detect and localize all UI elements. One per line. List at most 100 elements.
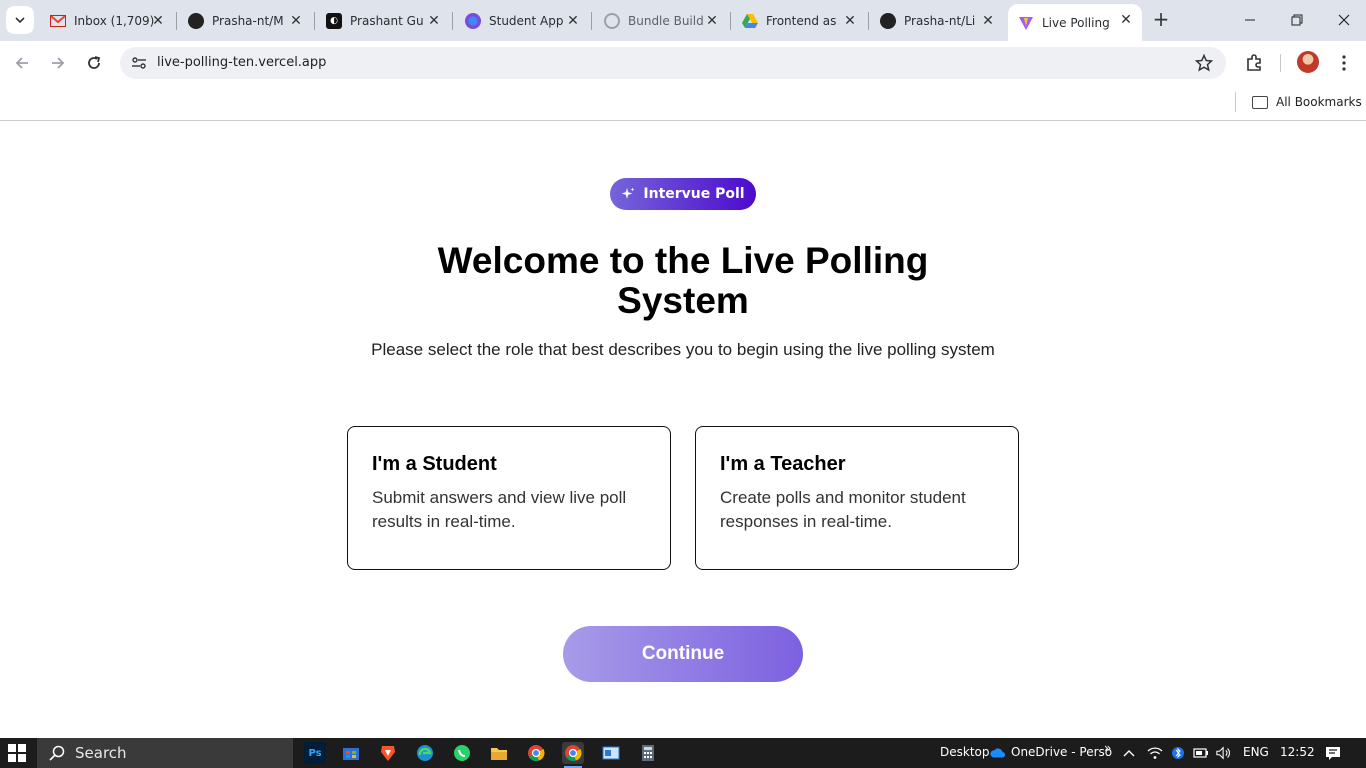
role-card-title: I'm a Student (372, 453, 497, 475)
tab-bundle-build[interactable]: Bundle Build ✕ (594, 5, 728, 37)
restore-button[interactable] (1283, 8, 1311, 32)
chrome-active-icon[interactable] (562, 742, 584, 764)
page-title: Welcome to the Live Polling System (383, 241, 983, 321)
store-icon[interactable] (340, 742, 362, 764)
google-drive-icon (742, 13, 758, 29)
reload-button[interactable] (80, 49, 108, 77)
tab-title: Prasha-nt/Li (904, 14, 976, 28)
tab-github-li[interactable]: Prasha-nt/Li ✕ (870, 5, 1004, 37)
sparkle-icon (621, 187, 635, 201)
clock[interactable]: 12:52 (1280, 745, 1315, 759)
tab-title: Frontend as (766, 14, 837, 28)
tab-title: Prashant Gu (350, 14, 424, 28)
page-content: Intervue Poll Welcome to the Live Pollin… (0, 121, 1366, 738)
calculator-icon[interactable] (637, 742, 659, 764)
forward-button[interactable] (44, 49, 72, 77)
minimize-icon (1245, 19, 1255, 21)
close-icon[interactable]: ✕ (842, 13, 858, 29)
close-icon (1338, 14, 1350, 26)
wifi-icon[interactable] (1147, 745, 1163, 761)
globe-icon (604, 13, 620, 29)
all-bookmarks-label: All Bookmarks (1276, 95, 1362, 109)
site-settings-icon[interactable] (128, 52, 150, 74)
tab-prashant[interactable]: ◐ Prashant Gu ✕ (316, 5, 450, 37)
continue-button[interactable]: Continue (563, 626, 803, 682)
close-icon[interactable]: ✕ (1118, 12, 1134, 28)
browser-toolbar: live-polling-ten.vercel.app (0, 41, 1366, 85)
chrome-icon[interactable] (525, 742, 547, 764)
windows-start-icon[interactable] (8, 744, 26, 762)
windows-taskbar: Search Ps Desktop OneDrive - Perso » ENG… (0, 738, 1366, 768)
app-icon: ◐ (326, 13, 342, 29)
menu-kebab-icon[interactable] (1331, 50, 1357, 76)
language-indicator[interactable]: ENG (1243, 745, 1269, 759)
arrow-right-icon (52, 57, 65, 69)
bookmarks-bar: All Bookmarks (0, 85, 1366, 121)
tab-frontend[interactable]: Frontend as ✕ (732, 5, 866, 37)
teacher-role-card[interactable]: I'm a Teacher Create polls and monitor s… (695, 426, 1019, 570)
toolbar-overflow-chevron[interactable]: » (1104, 741, 1111, 755)
tab-student-app[interactable]: Student App ✕ (455, 5, 589, 37)
page-subtitle: Please select the role that best describ… (371, 340, 995, 359)
url-text[interactable]: live-polling-ten.vercel.app (157, 55, 326, 70)
extensions-icon[interactable] (1241, 50, 1267, 76)
profile-avatar[interactable] (1297, 51, 1319, 73)
arrow-left-icon (15, 57, 28, 69)
tab-separator (314, 12, 315, 30)
browser-tab-strip: Inbox (1,709) ✕ Prasha-nt/M ✕ ◐ Prashant… (0, 0, 1366, 41)
restore-icon (1291, 14, 1303, 26)
brand-label: Intervue Poll (643, 186, 745, 202)
tab-title: Inbox (1,709) (74, 14, 155, 28)
tab-title: Student App (489, 14, 564, 28)
role-card-description: Submit answers and view live poll result… (372, 488, 627, 531)
onedrive-icon[interactable] (990, 745, 1006, 761)
photoshop-icon[interactable]: Ps (304, 742, 326, 764)
close-icon[interactable]: ✕ (150, 13, 166, 29)
brave-icon[interactable] (377, 742, 399, 764)
vite-icon (1018, 15, 1034, 31)
close-icon[interactable]: ✕ (288, 13, 304, 29)
tab-separator (730, 12, 731, 30)
desktop-toolbar-label[interactable]: Desktop (940, 745, 990, 759)
whatsapp-icon[interactable] (451, 742, 473, 764)
student-role-card[interactable]: I'm a Student Submit answers and view li… (347, 426, 671, 570)
battery-icon[interactable] (1193, 745, 1209, 761)
chevron-up-icon[interactable] (1121, 745, 1137, 761)
close-window-button[interactable] (1330, 8, 1358, 32)
role-card-title: I'm a Teacher (720, 453, 846, 475)
close-icon[interactable]: ✕ (980, 13, 996, 29)
tab-inbox[interactable]: Inbox (1,709) ✕ (40, 5, 174, 37)
notifications-icon[interactable] (1325, 745, 1341, 761)
minimize-button[interactable] (1236, 8, 1264, 32)
toolbar-divider (1280, 54, 1281, 72)
tab-separator (452, 12, 453, 30)
tab-github-m[interactable]: Prasha-nt/M ✕ (178, 5, 312, 37)
new-tab-button[interactable]: + (1150, 9, 1172, 31)
onedrive-label[interactable]: OneDrive - Perso (1011, 745, 1112, 759)
tab-title: Bundle Build (628, 14, 704, 28)
taskbar-search-label: Search (75, 744, 127, 762)
reload-icon (88, 56, 101, 69)
close-icon[interactable]: ✕ (704, 13, 720, 29)
gmail-icon (50, 13, 66, 29)
edge-icon[interactable] (414, 742, 436, 764)
bookmark-star-icon[interactable] (1194, 53, 1214, 73)
bluetooth-icon[interactable] (1170, 745, 1186, 761)
volume-icon[interactable] (1216, 745, 1232, 761)
close-icon[interactable]: ✕ (565, 13, 581, 29)
tab-title: Prasha-nt/M (212, 14, 284, 28)
back-button[interactable] (8, 49, 36, 77)
close-icon[interactable]: ✕ (426, 13, 442, 29)
all-bookmarks-button[interactable]: All Bookmarks (1252, 92, 1362, 112)
desktop-app-icon[interactable] (600, 742, 622, 764)
file-explorer-icon[interactable] (488, 742, 510, 764)
tab-separator (176, 12, 177, 30)
taskbar-search[interactable]: Search (37, 738, 293, 768)
github-icon (880, 13, 896, 29)
tab-title: Live Polling (1042, 15, 1110, 30)
tab-search-button[interactable] (6, 6, 34, 34)
tab-live-polling[interactable]: Live Polling ✕ (1008, 4, 1142, 41)
address-bar[interactable]: live-polling-ten.vercel.app (120, 47, 1226, 79)
tab-separator (868, 12, 869, 30)
github-icon (188, 13, 204, 29)
